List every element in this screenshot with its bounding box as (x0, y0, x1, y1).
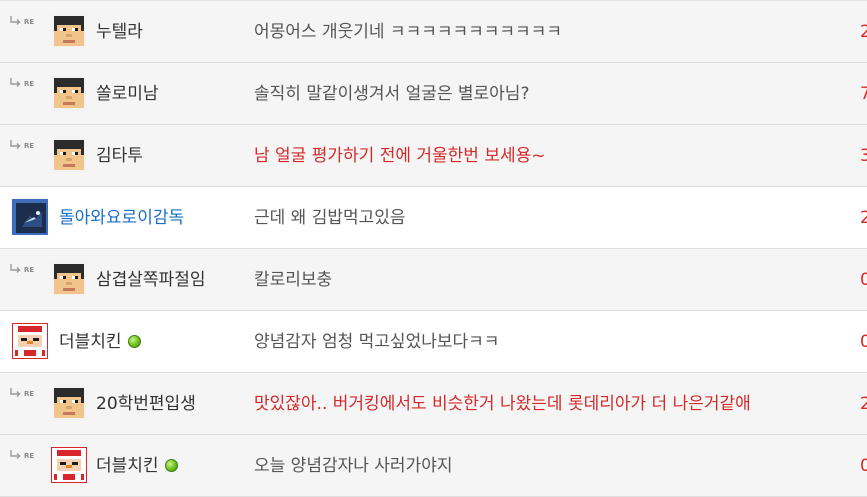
comment-text: 오늘 양념감자나 사러가야지 (254, 456, 453, 476)
nickname-text: 쏠로미남 (96, 84, 159, 104)
nickname[interactable]: 김타투 (96, 145, 143, 167)
count: 7 (860, 84, 867, 104)
nickname[interactable]: 돌아와요로이감독 (59, 207, 184, 229)
comment-text: 남 얼굴 평가하기 전에 거울한번 보세용~ (254, 146, 546, 166)
svg-text:RE: RE (24, 452, 34, 460)
pixel-face-icon[interactable] (51, 75, 87, 111)
reply-arrow-icon: RE (9, 263, 39, 277)
comment-row-4: 돌아와요로이감독 근데 왜 김밥먹고있음 2 (0, 187, 867, 249)
nickname-text: 삼겹살쪽파절임 (96, 270, 206, 290)
nickname[interactable]: 더블치킨 (96, 455, 178, 477)
svg-text:RE: RE (24, 80, 34, 88)
comment-text: 어몽어스 개웃기네 ㅋㅋㅋㅋㅋㅋㅋㅋㅋㅋㅋ (254, 22, 562, 42)
svg-text:RE: RE (24, 142, 34, 150)
comment-text: 맛있잖아.. 버거킹에서도 비슷한거 나왔는데 롯데리아가 더 나은거같애 (254, 394, 751, 414)
santa-face-icon[interactable] (51, 447, 87, 483)
reply-arrow-icon: RE (9, 15, 39, 29)
nickname-text: 더블치킨 (59, 332, 122, 352)
pixel-face-icon[interactable] (51, 137, 87, 173)
reply-arrow-icon: RE (9, 139, 39, 153)
pixel-face-icon[interactable] (51, 385, 87, 421)
comment-row-3: RE 김타투 남 얼굴 평가하기 전에 거울한번 보세용~ 3 (0, 125, 867, 187)
count: 0 (860, 270, 867, 290)
comment-row-8: RE 더블치킨 오늘 양념감자나 사러가야지 0 (0, 435, 867, 497)
comment-row-2: RE 쏠로미남 솔직히 말같이생겨서 얼굴은 별로아님? 7 (0, 63, 867, 125)
count: 0 (860, 456, 867, 476)
nickname[interactable]: 삼겹살쪽파절임 (96, 269, 205, 291)
count: 0 (860, 332, 867, 352)
comment-text: 솔직히 말같이생겨서 얼굴은 별로아님? (254, 84, 530, 104)
comment-list: RE 누텔라 어몽어스 개웃기네 ㅋㅋㅋㅋㅋㅋㅋㅋㅋㅋㅋ 2 RE 쏠로미남 솔… (0, 0, 867, 497)
svg-text:RE: RE (24, 266, 34, 274)
svg-text:RE: RE (24, 18, 34, 26)
blue-photo-icon[interactable] (12, 199, 48, 235)
count: 3 (860, 146, 867, 166)
nickname-text: 돌아와요로이감독 (59, 208, 185, 228)
comment-text: 양념감자 엄청 먹고싶었나보다ㅋㅋ (254, 332, 500, 352)
nickname-text: 누텔라 (96, 22, 143, 42)
nickname[interactable]: 쏠로미남 (96, 83, 159, 105)
pixel-face-icon[interactable] (51, 13, 87, 49)
comment-text: 칼로리보충 (254, 270, 333, 290)
comment-row-5: RE 삼겹살쪽파절임 칼로리보충 0 (0, 249, 867, 311)
reply-arrow-icon: RE (9, 449, 39, 463)
reply-arrow-icon: RE (9, 77, 39, 91)
nickname-text: 20학번편입생 (96, 394, 196, 414)
pixel-face-icon[interactable] (51, 261, 87, 297)
comment-row-1: RE 누텔라 어몽어스 개웃기네 ㅋㅋㅋㅋㅋㅋㅋㅋㅋㅋㅋ 2 (0, 1, 867, 63)
count: 2 (860, 208, 867, 228)
comment-row-6: 더블치킨 양념감자 엄청 먹고싶었나보다ㅋㅋ 0 (0, 311, 867, 373)
green-level-badge-icon (164, 458, 178, 472)
santa-face-icon[interactable] (12, 323, 48, 359)
count: 2 (860, 394, 867, 414)
nickname-text: 더블치킨 (96, 456, 159, 476)
nickname[interactable]: 20학번편입생 (96, 393, 196, 415)
reply-arrow-icon: RE (9, 387, 39, 401)
green-level-badge-icon (127, 334, 141, 348)
nickname[interactable]: 더블치킨 (59, 331, 141, 353)
svg-text:RE: RE (24, 390, 34, 398)
count: 2 (860, 22, 867, 42)
nickname[interactable]: 누텔라 (96, 21, 143, 43)
comment-text: 근데 왜 김밥먹고있음 (254, 208, 406, 228)
comment-row-7: RE 20학번편입생 맛있잖아.. 버거킹에서도 비슷한거 나왔는데 롯데리아가… (0, 373, 867, 435)
nickname-text: 김타투 (96, 146, 143, 166)
